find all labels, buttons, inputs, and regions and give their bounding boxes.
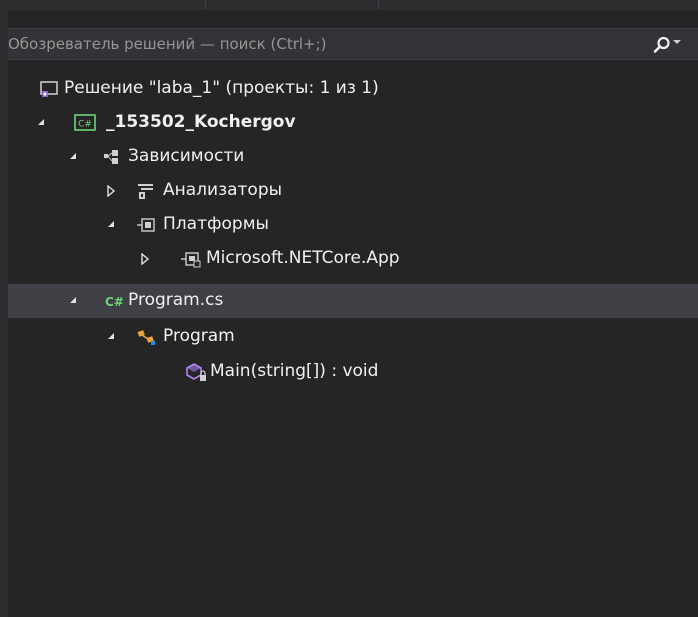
expanded-arrow-icon[interactable]	[104, 208, 120, 242]
svg-text:C#: C#	[105, 295, 124, 309]
private-method-icon	[186, 363, 206, 381]
tree-item-project[interactable]: C# _153502_Kochergov	[8, 106, 698, 140]
expanded-arrow-icon[interactable]	[66, 140, 82, 174]
dependencies-icon	[102, 148, 122, 166]
csharp-file-icon: C#	[104, 292, 124, 310]
svg-text:C#: C#	[78, 120, 92, 130]
tree-item-label: Платформы	[163, 214, 269, 234]
tree-item-label: Main(string[]) : void	[210, 361, 379, 381]
analyzers-icon	[136, 182, 156, 200]
tab-divider	[205, 0, 206, 10]
expanded-arrow-icon[interactable]	[66, 284, 82, 318]
tree-item-analyzers[interactable]: Анализаторы	[8, 174, 698, 208]
tree-item-frameworks[interactable]: Платформы	[8, 208, 698, 242]
tree-item-label: Program.cs	[128, 290, 224, 310]
panel-top-strip	[0, 0, 698, 10]
tree-item-label: Зависимости	[128, 146, 245, 166]
tree-item-label: _153502_Kochergov	[106, 112, 296, 132]
panel-left-border	[0, 10, 8, 617]
tree-item-label: Решение "laba_1" (проекты: 1 из 1)	[64, 78, 379, 98]
frameworks-icon	[136, 216, 156, 234]
search-icon[interactable]	[653, 36, 671, 54]
csharp-project-icon: C#	[74, 114, 96, 132]
collapsed-arrow-icon[interactable]	[138, 242, 154, 276]
tree-item-netcore-app[interactable]: Microsoft.NETCore.App	[8, 242, 698, 276]
search-placeholder: Обозреватель решений — поиск (Ctrl+;)	[8, 35, 327, 53]
search-options-dropdown-icon[interactable]	[672, 37, 684, 49]
tab-divider	[378, 0, 379, 10]
tree-item-label: Program	[163, 326, 235, 346]
framework-reference-icon	[180, 250, 201, 268]
solution-icon	[39, 80, 59, 98]
tree-item-dependencies[interactable]: Зависимости	[8, 140, 698, 174]
class-icon	[136, 328, 156, 346]
solution-search-box[interactable]: Обозреватель решений — поиск (Ctrl+;)	[8, 28, 698, 60]
expanded-arrow-icon[interactable]	[34, 106, 50, 140]
collapsed-arrow-icon[interactable]	[104, 174, 120, 208]
tree-item-label: Microsoft.NETCore.App	[206, 248, 400, 268]
tree-item-main-method[interactable]: Main(string[]) : void	[8, 355, 698, 389]
tree-item-program-cs[interactable]: C# Program.cs	[8, 284, 698, 318]
tree-item-solution[interactable]: Решение "laba_1" (проекты: 1 из 1)	[8, 72, 698, 106]
expanded-arrow-icon[interactable]	[104, 320, 120, 354]
solution-explorer-panel: Обозреватель решений — поиск (Ctrl+;) Ре…	[0, 0, 698, 617]
tree-item-program-class[interactable]: Program	[8, 320, 698, 354]
tree-item-label: Анализаторы	[163, 180, 283, 200]
